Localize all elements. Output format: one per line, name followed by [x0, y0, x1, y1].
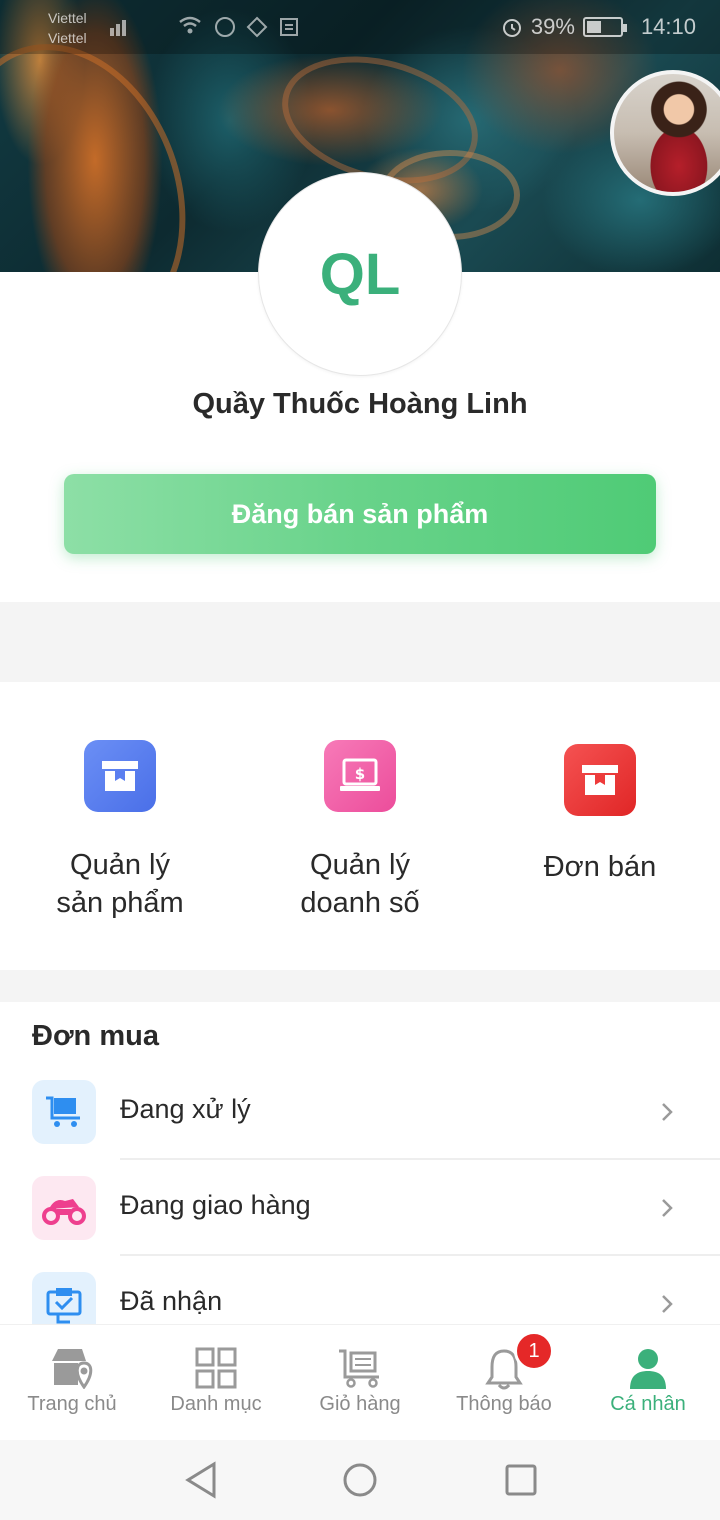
- box-icon: [564, 744, 636, 816]
- notification-icons: [108, 16, 300, 38]
- purchase-orders-title: Đơn mua: [32, 1020, 159, 1052]
- cart-icon: [32, 1080, 96, 1144]
- manage-sales-shortcut[interactable]: $ Quản lý doanh số: [240, 740, 480, 922]
- battery-percent: 39%: [530, 14, 575, 39]
- chevron-right-icon: [662, 1199, 673, 1217]
- nav-item-profile[interactable]: Cá nhân: [576, 1325, 720, 1441]
- person-icon: [630, 1349, 666, 1389]
- messenger-icon: [215, 17, 235, 37]
- clock: 14:10: [640, 14, 696, 39]
- order-received-row[interactable]: Đã nhận: [0, 1256, 720, 1324]
- shortcut-label-line: sản phẩm: [56, 887, 184, 919]
- sales-orders-shortcut[interactable]: Đơn bán: [480, 744, 720, 886]
- box-icon: [84, 740, 156, 812]
- carrier-labels: Viettel Viettel: [48, 8, 87, 48]
- nav-item-cart[interactable]: Giỏ hàng: [288, 1325, 432, 1441]
- section-divider: [0, 970, 720, 1002]
- grid-icon: [195, 1347, 237, 1389]
- shop-name: Quầy Thuốc Hoàng Linh: [192, 388, 528, 420]
- notification-badge: 1: [514, 1331, 554, 1371]
- motorbike-icon: [32, 1176, 96, 1240]
- nav-item-categories[interactable]: Danh mục: [144, 1325, 288, 1441]
- nav-label: Cá nhân: [610, 1393, 686, 1415]
- laptop-dollar-icon: $: [324, 740, 396, 812]
- order-shipping-row[interactable]: Đang giao hàng: [0, 1160, 720, 1256]
- order-status-label: Đang giao hàng: [120, 1190, 311, 1220]
- delivered-icon: [32, 1272, 96, 1324]
- bottom-nav: Trang chủ Danh mục Giỏ hàng 1 Thông báo …: [0, 1324, 720, 1440]
- chevron-right-icon: [662, 1103, 673, 1121]
- nav-item-notifications[interactable]: 1 Thông báo: [432, 1325, 576, 1441]
- alarm-icon: [502, 19, 521, 37]
- chevron-right-icon: [662, 1295, 673, 1313]
- section-divider: [0, 602, 720, 682]
- carrier-1: Viettel: [48, 10, 87, 26]
- app-icon: [246, 16, 268, 38]
- nav-label: Thông báo: [456, 1393, 552, 1415]
- shortcut-label-line: Quản lý: [70, 849, 170, 881]
- avatar-initials: QL: [319, 241, 401, 307]
- order-status-label: Đã nhận: [120, 1286, 223, 1316]
- news-icon: [280, 18, 298, 36]
- wifi-icon: [179, 16, 201, 34]
- nav-label: Danh mục: [170, 1393, 262, 1415]
- shortcut-label: Quản lý sản phẩm: [0, 846, 240, 922]
- svg-text:$: $: [355, 765, 365, 783]
- nav-label: Trang chủ: [27, 1393, 117, 1415]
- order-processing-row[interactable]: Đang xử lý: [0, 1064, 720, 1160]
- carrier-2: Viettel: [48, 30, 87, 46]
- status-right: 39% 14:10: [501, 14, 696, 40]
- store-location-icon: [52, 1349, 93, 1389]
- home-icon[interactable]: [342, 1460, 378, 1500]
- status-bar: Viettel Viettel 39% 14:10: [0, 0, 720, 54]
- post-product-button[interactable]: Đăng bán sản phẩm: [64, 474, 656, 554]
- order-status-label: Đang xử lý: [120, 1094, 251, 1124]
- avatar[interactable]: QL: [258, 172, 462, 376]
- signal-icon: [110, 20, 126, 36]
- nav-item-home[interactable]: Trang chủ: [0, 1325, 144, 1441]
- system-nav-bar: [0, 1440, 720, 1520]
- shortcut-label-line: doanh số: [300, 887, 420, 919]
- recents-icon[interactable]: [504, 1460, 538, 1500]
- battery-icon: [582, 17, 627, 37]
- back-icon[interactable]: [184, 1460, 218, 1500]
- shortcut-label: Quản lý doanh số: [240, 846, 480, 922]
- nav-label: Giỏ hàng: [319, 1393, 401, 1415]
- shortcut-label: Đơn bán: [480, 848, 720, 886]
- shortcut-label-line: Quản lý: [310, 849, 410, 881]
- cart-outline-icon: [339, 1349, 379, 1388]
- shortcut-label-line: Đơn bán: [543, 851, 657, 883]
- manage-products-shortcut[interactable]: Quản lý sản phẩm: [0, 740, 240, 922]
